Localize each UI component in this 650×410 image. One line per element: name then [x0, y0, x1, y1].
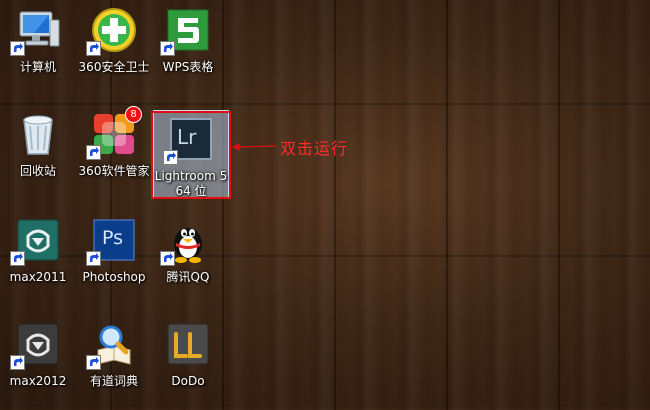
shortcut-arrow-icon	[160, 41, 175, 56]
desktop-icon-wps-sheet[interactable]: WPS表格	[152, 0, 224, 96]
icon-label: DoDo	[171, 374, 205, 388]
photoshop-glyph-text: Ps	[102, 227, 124, 249]
shortcut-arrow-icon	[160, 251, 175, 266]
desktop-icon-computer[interactable]: 计算机	[2, 0, 74, 96]
shortcut-arrow-icon	[86, 41, 101, 56]
desktop-icon-youdao[interactable]: 有道词典	[78, 314, 150, 410]
shortcut-arrow-icon	[86, 355, 101, 370]
dodo-icon	[164, 320, 212, 368]
icon-label: 回收站	[19, 164, 56, 178]
desktop-icon-photoshop[interactable]: Ps Photoshop	[78, 210, 150, 306]
shortcut-arrow-icon	[86, 145, 101, 160]
360-software-manager-icon: 8	[86, 106, 142, 160]
desktop-icon-max2012[interactable]: max2012	[2, 314, 74, 410]
desktop-icon-recycle-bin[interactable]: 回收站	[2, 104, 74, 200]
desktop-icon-qq[interactable]: 腾讯QQ	[152, 210, 224, 306]
shortcut-arrow-icon	[10, 355, 25, 370]
wps-spreadsheet-icon	[160, 6, 212, 56]
icon-label: max2011	[9, 270, 67, 284]
annotation-highlight-box	[151, 111, 231, 199]
icon-label: 计算机	[19, 60, 56, 74]
computer-icon	[10, 6, 62, 56]
icon-label: 腾讯QQ	[166, 270, 210, 284]
photoshop-icon: Ps	[86, 216, 138, 266]
annotation-text: 双击运行	[280, 139, 349, 158]
desktop-icon-dodo[interactable]: DoDo	[152, 314, 224, 410]
desktop-icon-360-software[interactable]: 8 360软件管家	[78, 104, 150, 200]
shortcut-arrow-icon	[10, 251, 25, 266]
360-safe-icon	[86, 6, 138, 56]
qq-penguin-icon	[160, 216, 212, 266]
icon-label: max2012	[9, 374, 67, 388]
icon-label: WPS表格	[162, 60, 214, 74]
3ds-max-icon	[10, 216, 62, 266]
youdao-dictionary-icon	[86, 320, 138, 370]
recycle-bin-icon	[14, 110, 62, 158]
icon-label: Photoshop	[82, 270, 146, 284]
shortcut-arrow-icon	[10, 41, 25, 56]
icon-label: 360软件管家	[78, 164, 150, 178]
desktop-icon-360-safe[interactable]: 360安全卫士	[78, 0, 150, 96]
icon-label: 有道词典	[89, 374, 138, 388]
notification-badge: 8	[125, 106, 142, 123]
icon-label: 360安全卫士	[78, 60, 150, 74]
3ds-max-icon	[10, 320, 62, 370]
desktop-icon-max2011[interactable]: max2011	[2, 210, 74, 306]
annotation-arrow-icon	[232, 143, 277, 151]
shortcut-arrow-icon	[86, 251, 101, 266]
